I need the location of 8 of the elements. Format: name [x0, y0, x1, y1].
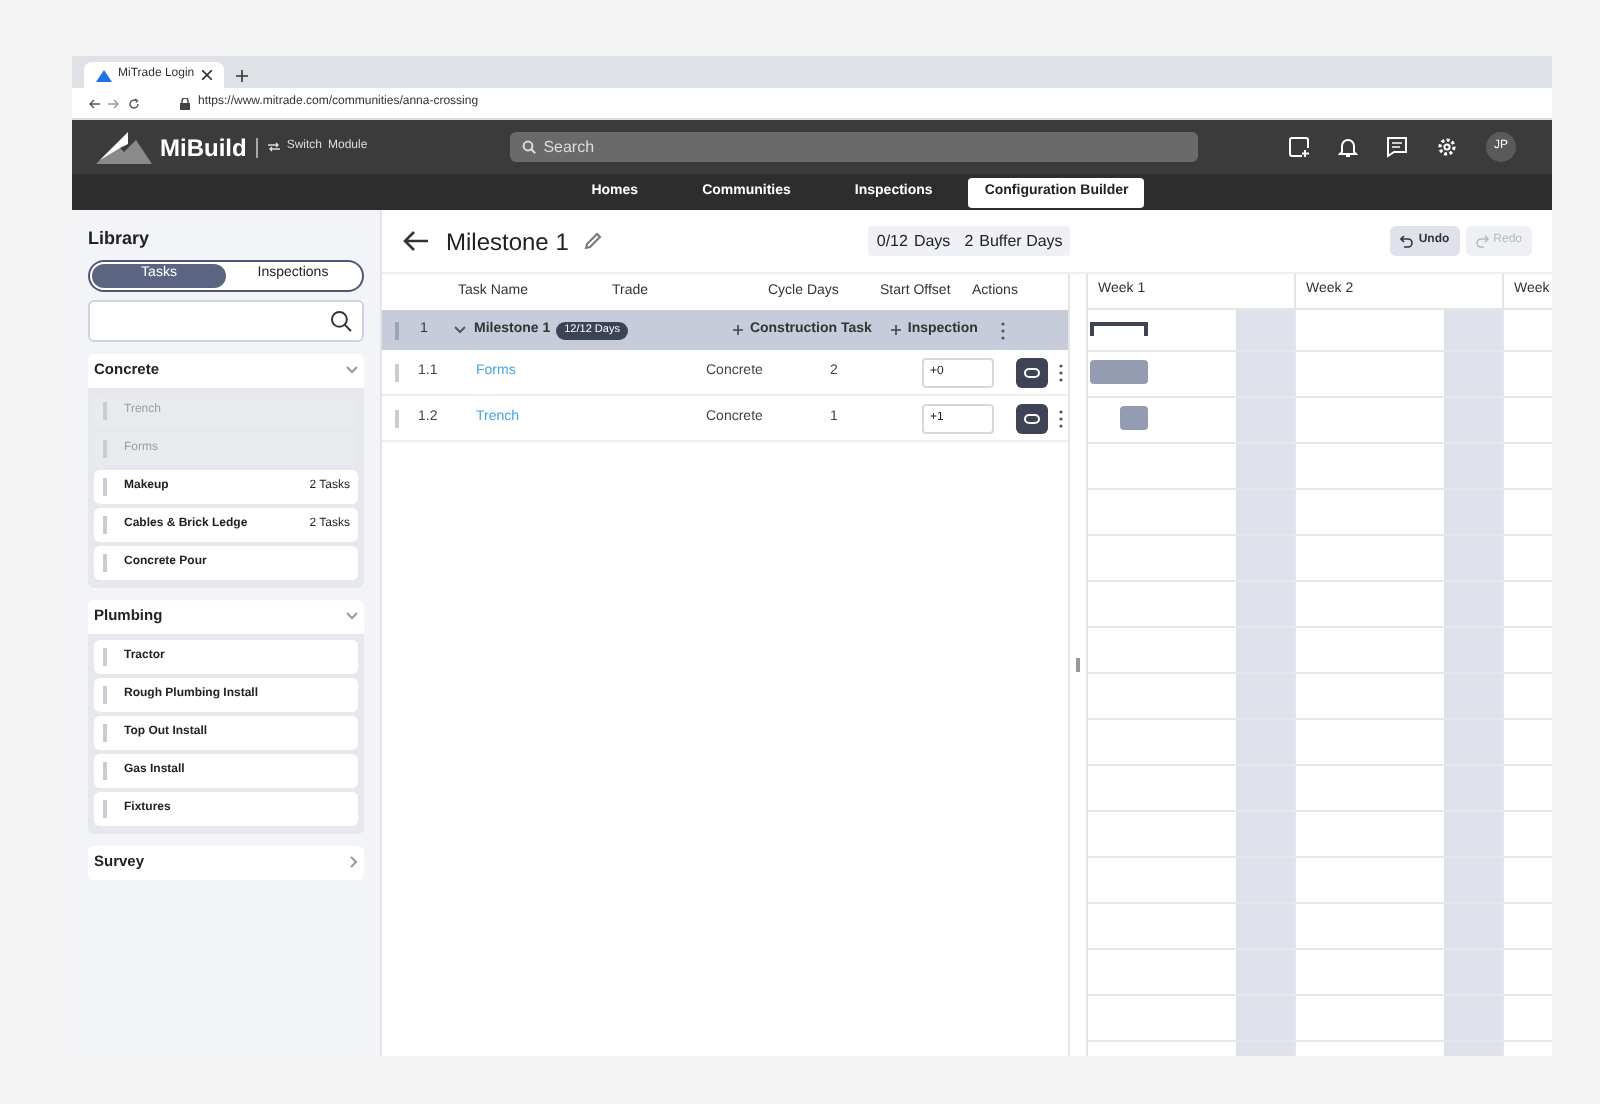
days-count: 0/12 — [876, 229, 908, 253]
buffer-label: Buffer Days — [979, 229, 1063, 253]
app-brand: MiBuild — [160, 131, 247, 165]
search-field[interactable]: Search — [509, 132, 1198, 162]
days-label: Days — [913, 229, 951, 253]
library-title: Library — [88, 226, 152, 252]
milestone-title: Milestone 1 — [446, 225, 569, 259]
buffer-count: 2 — [964, 229, 974, 253]
